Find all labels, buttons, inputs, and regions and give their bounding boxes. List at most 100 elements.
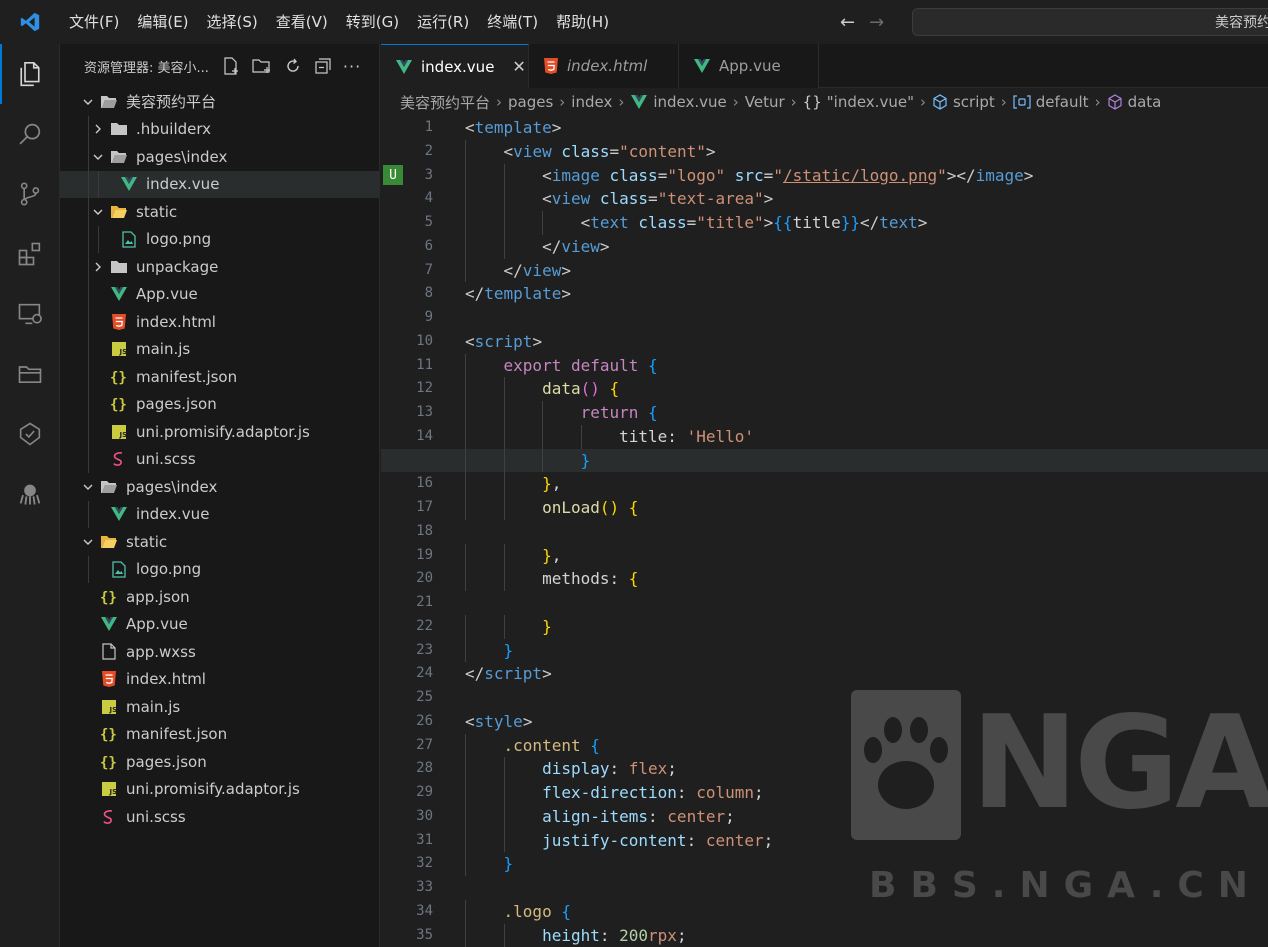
breadcrumb-item[interactable]: {} "index.vue" [803, 93, 914, 111]
code-line[interactable]: </view> [465, 234, 1268, 259]
tree-item[interactable]: uni.scss [60, 445, 379, 473]
more-actions-icon[interactable]: ··· [343, 57, 361, 76]
tree-item[interactable]: pages\index [60, 473, 379, 501]
code-area[interactable]: <template> <view class="content"> <image… [381, 116, 1268, 947]
chevron-down-icon[interactable] [80, 479, 96, 495]
menu-item[interactable]: 帮助(H) [547, 0, 618, 44]
menu-item[interactable]: 文件(F) [60, 0, 128, 44]
tab-index-vue[interactable]: index.vue ✕ [381, 44, 529, 88]
refresh-icon[interactable] [283, 56, 303, 76]
menu-item[interactable]: 终端(T) [478, 0, 547, 44]
breadcrumb-item[interactable]: script [932, 93, 995, 111]
tree-item[interactable]: JS uni.promisify.adaptor.js [60, 776, 379, 804]
code-line[interactable]: <view class="content"> [465, 139, 1268, 164]
code-line[interactable]: justify-content: center; [465, 828, 1268, 853]
breadcrumb-item[interactable]: 美容预约平台 [400, 92, 490, 113]
code-line[interactable] [465, 520, 1268, 544]
tree-item[interactable]: App.vue [60, 280, 379, 308]
chevron-down-icon[interactable] [80, 534, 96, 550]
code-line[interactable]: </view> [465, 258, 1268, 283]
code-line[interactable]: } [465, 852, 1268, 876]
code-line[interactable]: onLoad() { [465, 496, 1268, 520]
tree-item[interactable]: {} pages.json [60, 390, 379, 418]
chevron-down-icon[interactable] [90, 149, 106, 165]
octopus-icon[interactable] [0, 464, 60, 524]
code-line[interactable]: }, [465, 472, 1268, 496]
tree-item[interactable]: index.vue [60, 500, 379, 528]
code-editor[interactable]: 1234567891011121314151617181920212223242… [381, 116, 1268, 947]
new-folder-icon[interactable] [251, 56, 273, 76]
breadcrumb-item[interactable]: default [1013, 93, 1089, 111]
chevron-right-icon[interactable] [90, 259, 106, 275]
code-line[interactable]: <text class="title">{{title}}</text> [465, 211, 1268, 235]
tree-item[interactable]: JS main.js [60, 693, 379, 721]
folder-icon[interactable] [0, 344, 60, 404]
chevron-down-icon[interactable] [80, 94, 96, 110]
testing-icon[interactable] [0, 404, 60, 464]
menu-item[interactable]: 选择(S) [198, 0, 267, 44]
code-line[interactable]: export default { [465, 353, 1268, 378]
code-line[interactable]: <script> [465, 330, 1268, 354]
code-line[interactable]: </script> [465, 662, 1268, 686]
code-line[interactable] [465, 591, 1268, 615]
breadcrumb-item[interactable]: index.vue [630, 93, 727, 111]
code-line[interactable]: return { [465, 401, 1268, 425]
code-line[interactable]: display: flex; [465, 757, 1268, 781]
code-line[interactable]: } [465, 614, 1268, 639]
tree-item[interactable]: App.vue [60, 611, 379, 639]
breadcrumb-item[interactable]: index [571, 93, 612, 111]
tree-item[interactable]: index.html [60, 666, 379, 694]
tree-item[interactable]: {} pages.json [60, 748, 379, 776]
chevron-down-icon[interactable] [90, 204, 106, 220]
back-arrow-icon[interactable]: ← [840, 12, 855, 33]
code-line[interactable]: }, [465, 543, 1268, 568]
tree-item[interactable]: 美容预约平台 [60, 88, 379, 116]
code-line[interactable] [465, 876, 1268, 900]
code-line[interactable]: } [381, 448, 1268, 473]
code-line[interactable]: <image class="logo" src="/static/logo.pn… [465, 163, 1268, 188]
tree-item[interactable]: {} app.json [60, 583, 379, 611]
code-line[interactable]: <template> [465, 116, 1268, 140]
tab-index-html[interactable]: index.html [529, 44, 679, 88]
code-line[interactable]: <style> [465, 710, 1268, 734]
code-line[interactable]: align-items: center; [465, 804, 1268, 829]
tree-item[interactable]: static [60, 528, 379, 556]
code-line[interactable]: methods: { [465, 567, 1268, 591]
tree-item[interactable]: unpackage [60, 253, 379, 281]
tree-item[interactable]: pages\index [60, 143, 379, 171]
code-line[interactable]: </template> [465, 282, 1268, 306]
command-center-search[interactable]: 美容预约平台 [912, 8, 1268, 36]
remote-explorer-icon[interactable] [0, 284, 60, 344]
tab-app-vue[interactable]: App.vue [679, 44, 819, 88]
close-icon[interactable]: ✕ [512, 57, 525, 76]
breadcrumb-item[interactable]: data [1107, 93, 1161, 111]
chevron-right-icon[interactable] [90, 121, 106, 137]
code-line[interactable]: height: 200rpx; [465, 923, 1268, 947]
tree-item[interactable]: JS main.js [60, 335, 379, 363]
code-line[interactable]: .logo { [465, 899, 1268, 924]
tree-item[interactable]: logo.png [60, 555, 379, 583]
code-line[interactable]: } [465, 638, 1268, 663]
breadcrumb-item[interactable]: Vetur [745, 93, 785, 111]
code-line[interactable]: <view class="text-area"> [465, 187, 1268, 211]
tree-item[interactable]: JS uni.promisify.adaptor.js [60, 418, 379, 446]
collapse-all-icon[interactable] [313, 56, 333, 76]
tree-item[interactable]: {} manifest.json [60, 363, 379, 391]
tree-item[interactable]: index.vue [60, 170, 379, 198]
code-line[interactable] [465, 686, 1268, 710]
tree-item[interactable]: app.wxss [60, 638, 379, 666]
explorer-icon[interactable] [0, 44, 60, 104]
code-line[interactable]: data() { [465, 377, 1268, 401]
tree-item[interactable]: logo.png [60, 225, 379, 253]
new-file-icon[interactable] [221, 56, 241, 76]
tree-item[interactable]: index.html [60, 308, 379, 336]
tree-item[interactable]: static [60, 198, 379, 226]
tree-item[interactable]: .hbuilderx [60, 115, 379, 143]
menu-item[interactable]: 运行(R) [408, 0, 478, 44]
source-control-icon[interactable] [0, 164, 60, 224]
forward-arrow-icon[interactable]: → [869, 12, 884, 33]
code-line[interactable]: .content { [465, 733, 1268, 758]
code-line[interactable]: flex-direction: column; [465, 781, 1268, 805]
search-icon[interactable] [0, 104, 60, 164]
extensions-icon[interactable] [0, 224, 60, 284]
